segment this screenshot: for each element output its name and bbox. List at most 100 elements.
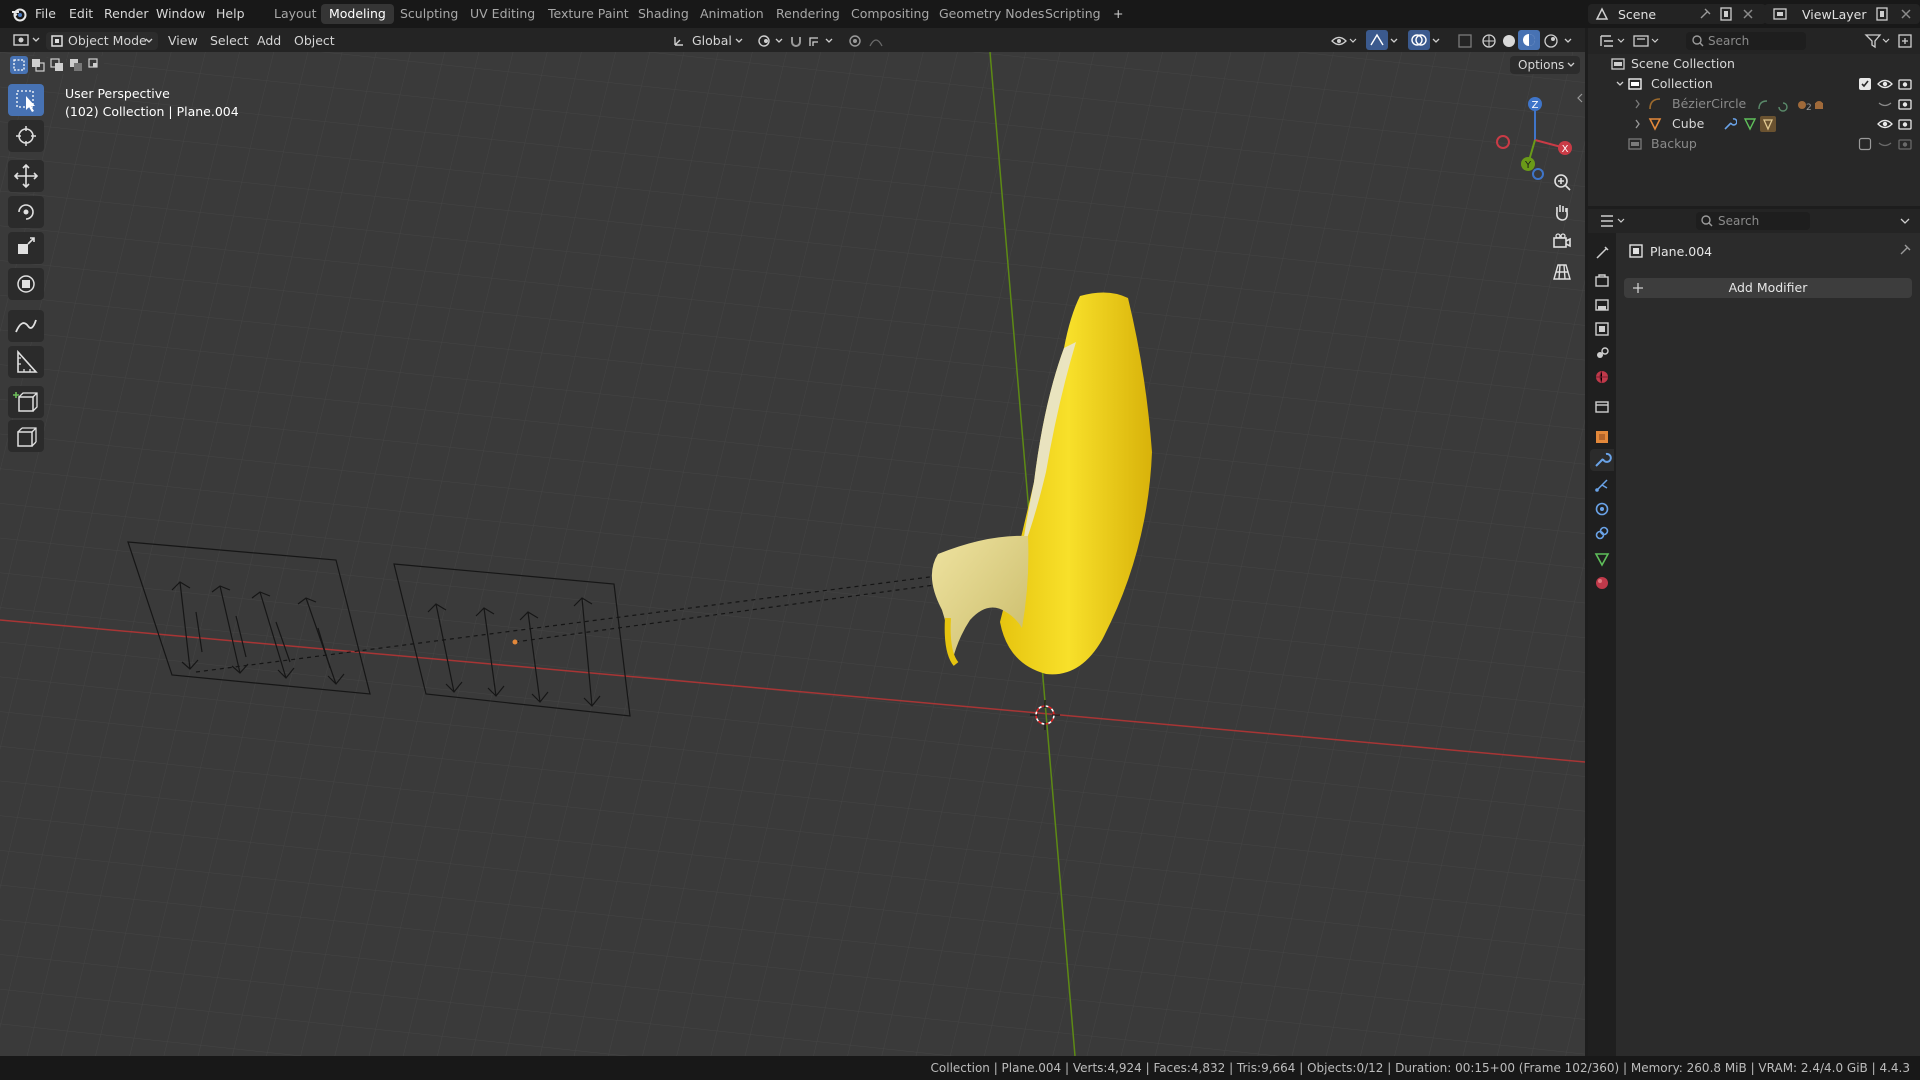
eye-icon[interactable] bbox=[1877, 117, 1893, 131]
checkbox-checked-icon[interactable] bbox=[1858, 77, 1872, 91]
eye-closed-icon[interactable] bbox=[1877, 137, 1893, 151]
rotate-tool-icon[interactable] bbox=[8, 196, 44, 228]
menu-file[interactable]: File bbox=[35, 6, 56, 21]
wireframe-shading-icon[interactable] bbox=[1480, 32, 1498, 50]
pan-hand-icon[interactable] bbox=[1550, 200, 1574, 224]
mesh-data-icon[interactable] bbox=[1743, 117, 1757, 131]
select-extend-icon[interactable] bbox=[29, 56, 47, 74]
select-subtract-icon[interactable] bbox=[48, 56, 66, 74]
eye-closed-icon[interactable] bbox=[1877, 97, 1893, 111]
cursor-tool-icon[interactable] bbox=[8, 120, 44, 152]
annotate-tool-icon[interactable] bbox=[8, 310, 44, 342]
navigation-gizmo[interactable]: Z X Y bbox=[1486, 92, 1576, 182]
chevron-down-icon[interactable] bbox=[1562, 32, 1574, 50]
modifier-tab-icon[interactable] bbox=[1590, 449, 1614, 471]
snap-icon[interactable] bbox=[788, 32, 838, 50]
particles-tab-icon[interactable] bbox=[1594, 477, 1610, 493]
tab-texture-paint[interactable]: Texture Paint bbox=[540, 4, 637, 24]
select-intersect-icon[interactable] bbox=[86, 56, 104, 74]
move-tool-icon[interactable] bbox=[8, 160, 44, 192]
overlays-icon[interactable] bbox=[1408, 30, 1430, 50]
tree-row-collection[interactable]: Collection bbox=[1588, 74, 1920, 94]
constraints-tab-icon[interactable] bbox=[1594, 525, 1610, 541]
measure-tool-icon[interactable] bbox=[8, 346, 44, 378]
tab-modeling[interactable]: Modeling bbox=[321, 4, 394, 24]
eye-icon[interactable] bbox=[1877, 77, 1893, 91]
select-new-icon[interactable] bbox=[10, 56, 28, 74]
menu-edit[interactable]: Edit bbox=[69, 6, 93, 21]
menu-help[interactable]: Help bbox=[216, 6, 245, 21]
editor-type-icon[interactable] bbox=[12, 31, 42, 49]
tree-row-scene-collection[interactable]: Scene Collection bbox=[1588, 54, 1920, 74]
proportional-editing-icon[interactable] bbox=[846, 32, 894, 50]
menu-object[interactable]: Object bbox=[294, 32, 335, 50]
mode-dropdown[interactable]: Object Mode bbox=[46, 32, 158, 50]
scene-selector[interactable]: Scene bbox=[1588, 4, 1766, 24]
visibility-filter-icon[interactable] bbox=[1330, 32, 1358, 50]
chevron-down-icon[interactable] bbox=[1388, 32, 1400, 50]
tree-row-beziercircle[interactable]: BézierCircle 2 bbox=[1588, 94, 1920, 114]
tab-geometry-nodes[interactable]: Geometry Nodes bbox=[931, 4, 1052, 24]
chevron-down-icon[interactable] bbox=[1615, 78, 1625, 90]
tree-row-backup[interactable]: Backup bbox=[1588, 134, 1920, 154]
tool-tab-icon[interactable] bbox=[1594, 245, 1610, 261]
rendered-shading-icon[interactable] bbox=[1542, 32, 1560, 50]
select-invert-icon[interactable] bbox=[67, 56, 85, 74]
xray-icon[interactable] bbox=[1456, 32, 1474, 50]
camera-icon[interactable] bbox=[1897, 77, 1913, 91]
add-cube-tool-icon[interactable] bbox=[8, 386, 44, 418]
new-collection-icon[interactable] bbox=[1896, 32, 1914, 50]
camera-icon[interactable] bbox=[1897, 137, 1913, 151]
scene-tab-icon[interactable] bbox=[1594, 345, 1610, 361]
solid-shading-icon[interactable] bbox=[1500, 32, 1518, 50]
tab-animation[interactable]: Animation bbox=[692, 4, 772, 24]
view-layer-tab-icon[interactable] bbox=[1594, 321, 1610, 337]
data-tab-icon[interactable] bbox=[1594, 551, 1610, 567]
viewport-canvas[interactable] bbox=[0, 52, 1585, 1056]
options-dropdown[interactable]: Options bbox=[1510, 56, 1580, 74]
world-tab-icon[interactable] bbox=[1594, 369, 1610, 385]
chevron-down-icon[interactable] bbox=[1898, 213, 1912, 229]
add-modifier-button[interactable]: Add Modifier bbox=[1624, 278, 1912, 298]
zoom-icon[interactable] bbox=[1550, 170, 1574, 194]
pin-icon[interactable] bbox=[1698, 7, 1712, 21]
checkbox-unchecked-icon[interactable] bbox=[1858, 137, 1872, 151]
new-scene-icon[interactable] bbox=[1718, 6, 1734, 22]
properties-editor-icon[interactable] bbox=[1598, 212, 1628, 230]
tab-sculpting[interactable]: Sculpting bbox=[392, 4, 466, 24]
object-tab-icon[interactable] bbox=[1594, 429, 1610, 445]
pin-icon[interactable] bbox=[1898, 243, 1912, 257]
extrude-cube-tool-icon[interactable] bbox=[8, 420, 44, 452]
collection-tab-icon[interactable] bbox=[1594, 399, 1610, 415]
chevron-down-icon[interactable] bbox=[1430, 32, 1442, 50]
camera-view-icon[interactable] bbox=[1550, 230, 1574, 254]
tab-rendering[interactable]: Rendering bbox=[768, 4, 848, 24]
camera-icon[interactable] bbox=[1897, 97, 1913, 111]
3d-viewport[interactable]: User Perspective (102) Collection | Plan… bbox=[0, 52, 1585, 1056]
camera-icon[interactable] bbox=[1897, 117, 1913, 131]
display-mode-icon[interactable] bbox=[1632, 32, 1662, 50]
menu-render[interactable]: Render bbox=[104, 6, 149, 21]
tab-uv-editing[interactable]: UV Editing bbox=[462, 4, 543, 24]
object-origin[interactable] bbox=[512, 639, 518, 645]
menu-select[interactable]: Select bbox=[210, 32, 249, 50]
tab-scripting[interactable]: Scripting bbox=[1037, 4, 1109, 24]
gizmo-toggle-icon[interactable] bbox=[1366, 30, 1388, 50]
add-workspace-button[interactable]: + bbox=[1105, 4, 1131, 24]
new-view-layer-icon[interactable] bbox=[1874, 6, 1890, 22]
tab-shading[interactable]: Shading bbox=[630, 4, 697, 24]
view-layer-selector[interactable]: ViewLayer bbox=[1764, 4, 1920, 24]
menu-view[interactable]: View bbox=[168, 32, 198, 50]
pivot-point-icon[interactable] bbox=[756, 32, 786, 50]
material-icon[interactable] bbox=[1760, 116, 1776, 132]
material-preview-icon[interactable] bbox=[1518, 30, 1540, 50]
select-box-tool-icon[interactable] bbox=[8, 84, 44, 116]
scale-tool-icon[interactable] bbox=[8, 232, 44, 264]
physics-tab-icon[interactable] bbox=[1594, 501, 1610, 517]
filter-icon[interactable] bbox=[1864, 32, 1892, 50]
delete-view-layer-icon[interactable] bbox=[1898, 6, 1914, 22]
material-tab-icon[interactable] bbox=[1594, 575, 1610, 591]
transform-orientation-dropdown[interactable]: Global bbox=[672, 32, 748, 50]
chevron-right-icon[interactable] bbox=[1633, 98, 1643, 110]
output-tab-icon[interactable] bbox=[1594, 297, 1610, 313]
